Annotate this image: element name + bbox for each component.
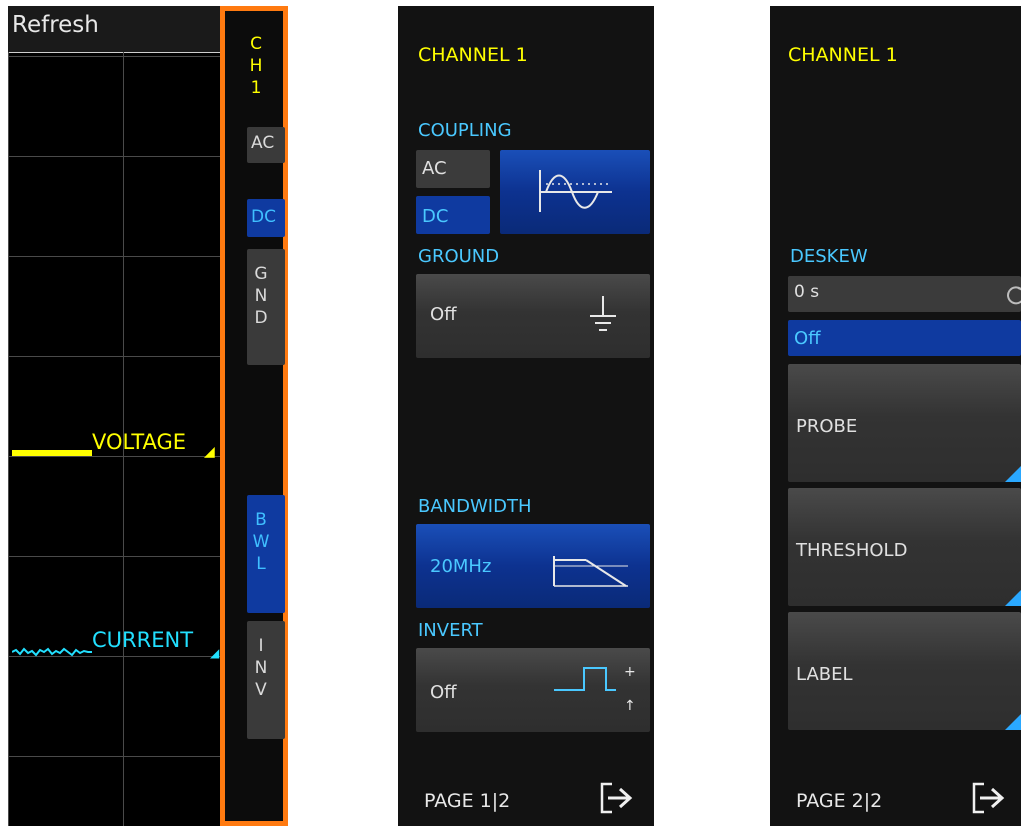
deskew-value-field[interactable]: 0 s [788, 276, 1021, 312]
ground-value: Off [430, 304, 457, 325]
compact-ac-button[interactable]: AC [247, 127, 285, 163]
bwl-letter: L [256, 554, 266, 574]
bandwidth-button[interactable]: 20MHz [416, 524, 650, 608]
dc-label: DC [251, 207, 276, 227]
grid-line [8, 756, 222, 757]
grid-line [8, 456, 222, 457]
channel-menu-page-1: CHANNEL 1 COUPLING AC DC GROUND Off BAND… [398, 6, 654, 826]
gnd-letter: N [254, 286, 268, 306]
compact-inv-button[interactable]: I N V [247, 621, 285, 739]
voltage-trace [12, 450, 92, 456]
refresh-label: Refresh [12, 12, 99, 38]
probe-button[interactable]: PROBE [788, 364, 1021, 482]
page-indicator: PAGE 2|2 [796, 790, 883, 812]
submenu-corner-icon [1005, 466, 1021, 482]
deskew-heading: DESKEW [790, 246, 868, 267]
voltage-level-marker-icon[interactable]: ◢ [204, 444, 218, 460]
compact-bwl-button[interactable]: B W L [247, 495, 285, 613]
grid-line [8, 356, 222, 357]
invert-heading: INVERT [418, 620, 483, 641]
channel-vertical-label: C H 1 [241, 33, 271, 99]
channel-menu-page-2: CHANNEL 1 DESKEW 0 s Off PROBE THRESHOLD… [770, 6, 1021, 826]
inv-letter: N [254, 658, 268, 678]
coupling-ac-label: AC [422, 158, 447, 179]
current-level-marker-icon[interactable]: ◢ [210, 646, 220, 660]
menu-title: CHANNEL 1 [418, 44, 528, 66]
grid-line [8, 556, 222, 557]
coupling-heading: COUPLING [418, 120, 512, 141]
coupling-ac-button[interactable]: AC [416, 150, 490, 188]
compact-dc-button[interactable]: DC [247, 199, 285, 237]
threshold-button[interactable]: THRESHOLD [788, 488, 1021, 606]
menu-title: CHANNEL 1 [788, 44, 898, 66]
exit-menu-icon[interactable] [968, 778, 1008, 818]
coupling-dc-button[interactable]: DC [416, 196, 490, 234]
pulse-invert-icon: + ↑ [554, 664, 636, 714]
ac-waveform-icon [539, 170, 612, 212]
ground-heading: GROUND [418, 246, 500, 267]
scope-display-panel: Refresh VOLTAGE ◢ CURRENT ◢ C H 1 AC DC [8, 6, 288, 826]
deskew-value: 0 s [794, 282, 820, 302]
svg-text:↑: ↑ [624, 698, 636, 714]
grid-line [8, 256, 222, 257]
deskew-state-button[interactable]: Off [788, 320, 1021, 356]
channel-letter: 1 [250, 78, 262, 98]
deskew-state: Off [794, 328, 821, 349]
ac-label: AC [251, 133, 275, 153]
rotary-knob-icon [1007, 286, 1021, 305]
ground-icon [590, 296, 616, 331]
channel-letter: H [249, 56, 263, 76]
exit-menu-icon[interactable] [596, 778, 636, 818]
label-label: LABEL [796, 664, 853, 685]
bwl-letter: B [255, 510, 267, 530]
svg-text:+: + [624, 664, 636, 680]
inv-letter: I [258, 636, 264, 656]
bwl-letter: W [252, 532, 270, 552]
gnd-letter: G [254, 264, 268, 284]
compact-gnd-button[interactable]: G N D [247, 249, 285, 365]
label-button[interactable]: LABEL [788, 612, 1021, 730]
inv-letter: V [255, 680, 267, 700]
compact-side-menu: C H 1 AC DC G N D B W L I N V [220, 6, 288, 826]
submenu-corner-icon [1005, 714, 1021, 730]
invert-button[interactable]: Off + ↑ [416, 648, 650, 732]
submenu-corner-icon [1005, 590, 1021, 606]
current-trace-label: CURRENT [92, 628, 194, 652]
current-trace [12, 647, 92, 657]
invert-value: Off [430, 682, 457, 703]
channel-letter: C [250, 34, 262, 54]
coupling-dc-label: DC [422, 206, 449, 227]
probe-label: PROBE [796, 416, 858, 437]
grid-line [8, 56, 222, 57]
bandwidth-heading: BANDWIDTH [418, 496, 532, 517]
grid-line [8, 52, 9, 826]
threshold-label: THRESHOLD [796, 540, 908, 561]
page-indicator: PAGE 1|2 [424, 790, 511, 812]
voltage-trace-label: VOLTAGE [92, 430, 187, 454]
gnd-letter: D [254, 308, 268, 328]
refresh-bar[interactable]: Refresh [8, 6, 222, 53]
ground-button[interactable]: Off [416, 274, 650, 358]
lowpass-filter-icon [553, 556, 628, 587]
coupling-mode-button[interactable] [500, 150, 650, 234]
grid-line [8, 156, 222, 157]
bandwidth-value: 20MHz [430, 556, 492, 577]
